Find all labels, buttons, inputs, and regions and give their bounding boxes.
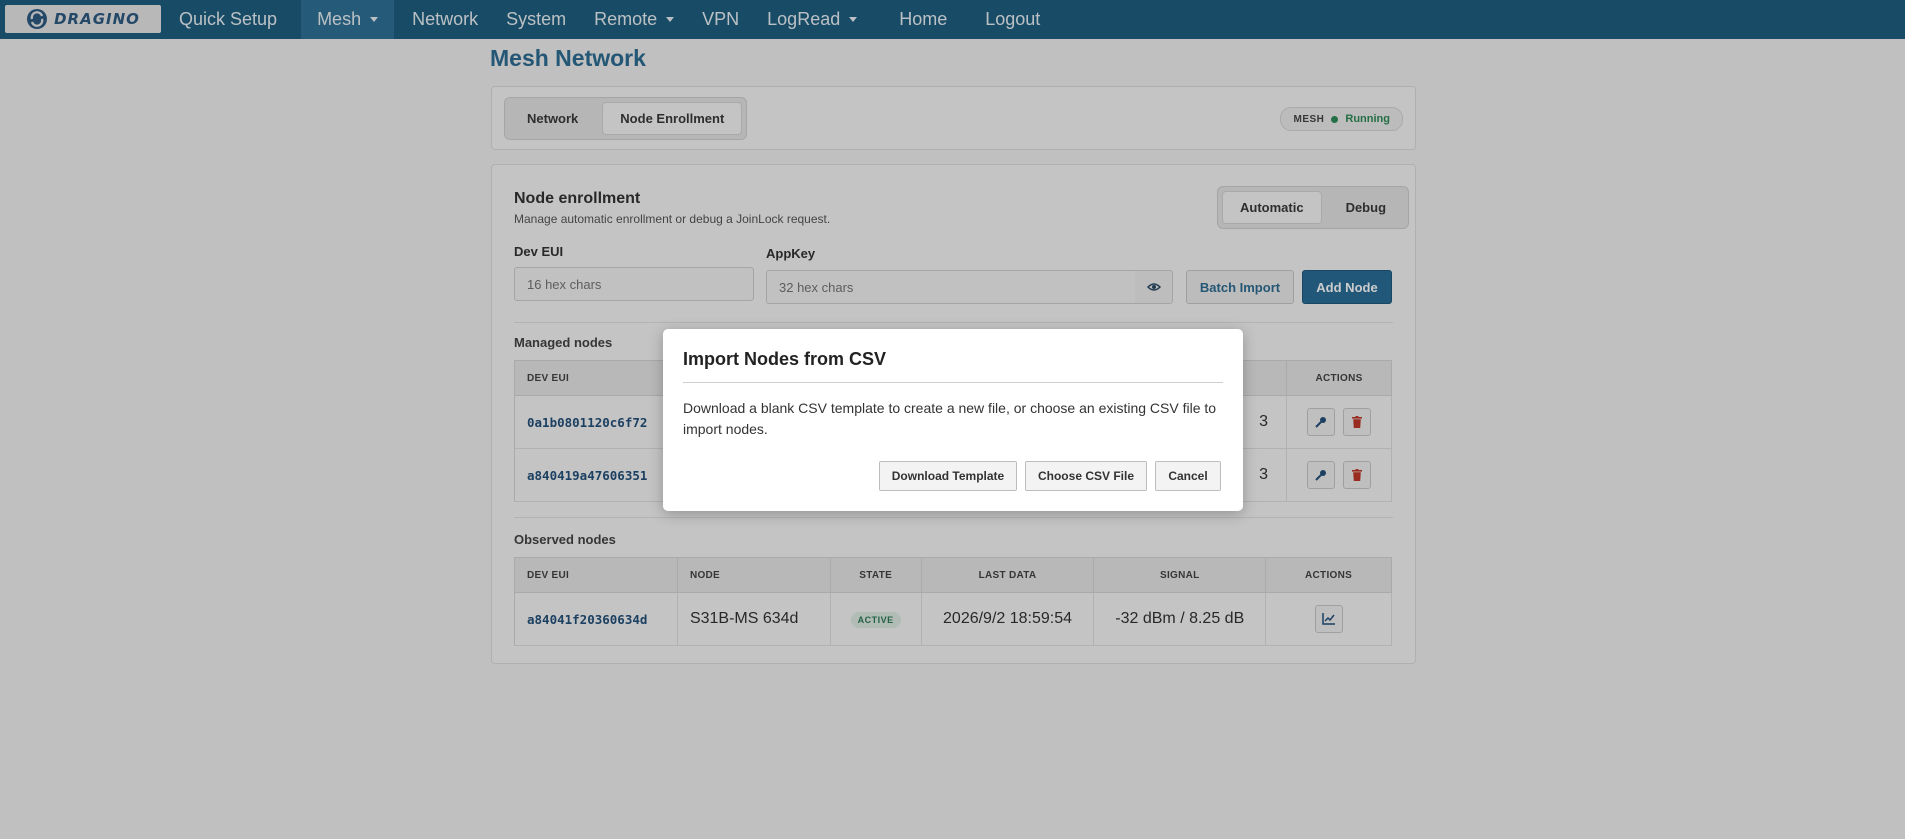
choose-csv-file-button[interactable]: Choose CSV File [1025,461,1147,491]
dialog-divider [683,382,1223,383]
import-csv-dialog: Import Nodes from CSV Download a blank C… [663,329,1243,511]
download-template-button[interactable]: Download Template [879,461,1017,491]
cancel-button[interactable]: Cancel [1155,461,1221,491]
dialog-title: Import Nodes from CSV [683,349,887,369]
dialog-body: Download a blank CSV template to create … [683,400,1217,437]
